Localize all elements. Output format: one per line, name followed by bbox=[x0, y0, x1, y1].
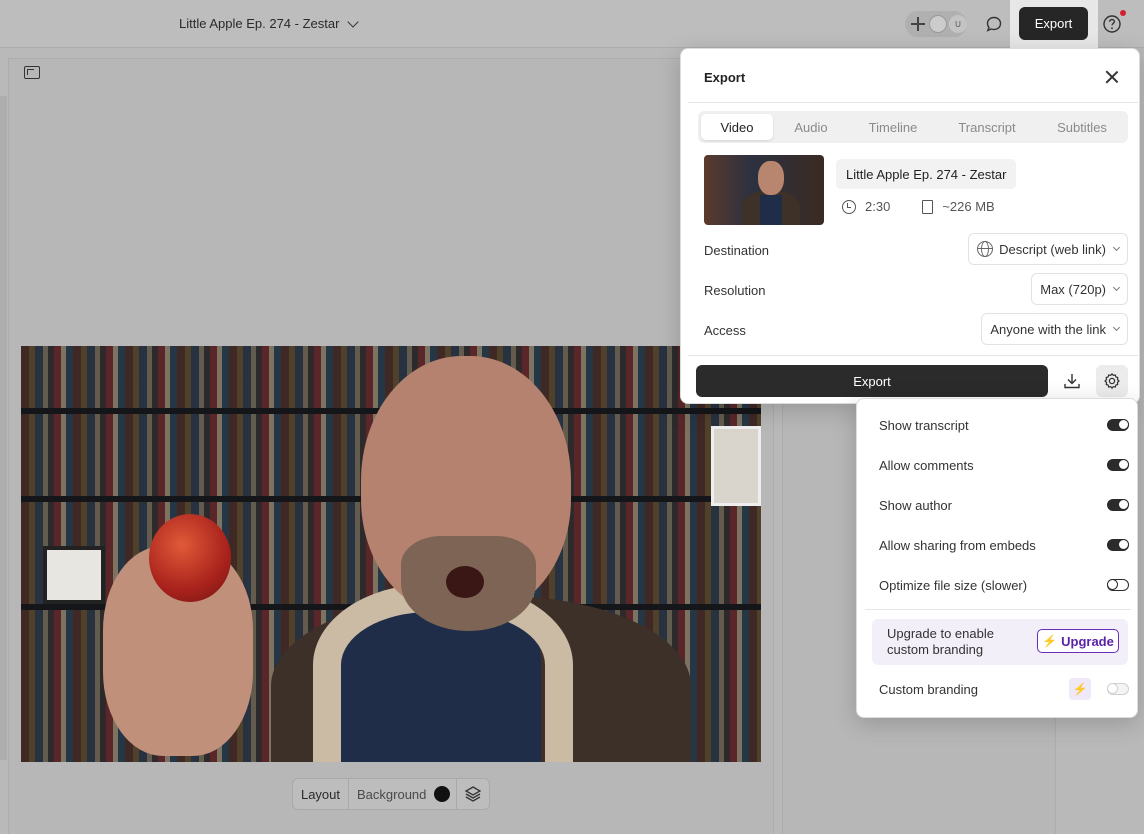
chevron-down-icon bbox=[1112, 323, 1121, 332]
divider bbox=[688, 355, 1138, 356]
lightning-icon: ⚡ bbox=[1069, 678, 1091, 700]
toggle-label: Show author bbox=[879, 497, 952, 513]
export-panel: Export Video Audio Timeline Transcript S… bbox=[680, 48, 1140, 404]
chevron-down-icon bbox=[1112, 283, 1121, 292]
download-icon[interactable] bbox=[1062, 371, 1082, 391]
aspect-ratio-icon[interactable] bbox=[24, 66, 40, 79]
allow-comments-toggle[interactable] bbox=[1107, 459, 1129, 471]
top-bar: Little Apple Ep. 274 - Zestar U Export bbox=[0, 0, 1144, 48]
access-select[interactable]: Anyone with the link bbox=[981, 313, 1128, 345]
toggle-row-allow-comments[interactable]: Allow comments bbox=[879, 453, 1129, 477]
thumbnail-shirt bbox=[760, 195, 782, 225]
access-value: Anyone with the link bbox=[990, 321, 1106, 337]
comment-icon[interactable] bbox=[985, 15, 1003, 33]
notification-dot bbox=[1120, 10, 1126, 16]
toggle-row-allow-sharing-embeds[interactable]: Allow sharing from embeds bbox=[879, 533, 1129, 557]
optimize-file-size-toggle[interactable] bbox=[1107, 579, 1129, 591]
export-tabs: Video Audio Timeline Transcript Subtitle… bbox=[698, 111, 1128, 143]
toggle-row-optimize-file-size[interactable]: Optimize file size (slower) bbox=[879, 573, 1129, 597]
export-panel-title: Export bbox=[704, 70, 746, 85]
gear-icon bbox=[1104, 373, 1120, 389]
upgrade-banner: Upgrade to enable custom branding ⚡ Upgr… bbox=[872, 619, 1128, 665]
project-title: Little Apple Ep. 274 - Zestar bbox=[179, 16, 340, 31]
project-title-dropdown[interactable]: Little Apple Ep. 274 - Zestar bbox=[179, 15, 360, 31]
resolution-value: Max (720p) bbox=[1040, 281, 1106, 297]
show-transcript-toggle[interactable] bbox=[1107, 419, 1129, 431]
toggle-label: Show transcript bbox=[879, 417, 969, 433]
show-author-toggle[interactable] bbox=[1107, 499, 1129, 511]
export-tab-highlight: Export bbox=[1010, 0, 1098, 48]
background-color-swatch bbox=[434, 786, 451, 802]
tab-transcript[interactable]: Transcript bbox=[937, 114, 1037, 140]
toggle-row-custom-branding: Custom branding ⚡ bbox=[879, 677, 1129, 701]
toggle-label: Custom branding bbox=[879, 681, 978, 697]
help-icon[interactable] bbox=[1102, 14, 1122, 34]
video-thumbnail bbox=[704, 155, 824, 225]
chevron-down-icon bbox=[1112, 243, 1121, 252]
tab-audio[interactable]: Audio bbox=[773, 114, 849, 140]
globe-icon bbox=[977, 241, 994, 257]
export-settings-menu: Show transcript Allow comments Show auth… bbox=[856, 398, 1138, 718]
avatar-initial: U bbox=[949, 15, 967, 33]
add-collaborator-icon[interactable] bbox=[909, 15, 927, 33]
mouth bbox=[446, 566, 484, 598]
avatar bbox=[929, 15, 947, 33]
lightning-icon: ⚡ bbox=[1042, 634, 1058, 648]
toggle-label: Allow sharing from embeds bbox=[879, 537, 1036, 553]
upgrade-text: Upgrade to enable custom branding bbox=[887, 626, 994, 658]
destination-label: Destination bbox=[704, 243, 770, 258]
background-label: Background bbox=[357, 786, 427, 802]
toggle-row-show-author[interactable]: Show author bbox=[879, 493, 1129, 517]
allow-sharing-embeds-toggle[interactable] bbox=[1107, 539, 1129, 551]
resolution-label: Resolution bbox=[704, 283, 766, 298]
left-scroll-strip bbox=[0, 96, 7, 760]
destination-value: Descript (web link) bbox=[999, 241, 1106, 257]
tab-timeline[interactable]: Timeline bbox=[849, 114, 937, 140]
photo-frame bbox=[711, 426, 761, 506]
toggle-label: Allow comments bbox=[879, 457, 974, 473]
photo-frame bbox=[43, 546, 105, 604]
chevron-down-icon bbox=[347, 15, 360, 28]
file-icon bbox=[922, 199, 934, 214]
layers-button[interactable] bbox=[457, 779, 489, 809]
export-button-top[interactable]: Export bbox=[1019, 7, 1088, 40]
collaborators[interactable]: U bbox=[905, 11, 967, 37]
upgrade-button[interactable]: ⚡ Upgrade bbox=[1037, 629, 1119, 653]
close-icon[interactable] bbox=[1105, 70, 1119, 84]
layout-toolbar: Layout Background bbox=[292, 778, 490, 810]
export-panel-header: Export bbox=[688, 53, 1138, 103]
thumbnail-head bbox=[758, 161, 784, 195]
export-name-field[interactable]: Little Apple Ep. 274 - Zestar bbox=[836, 159, 1017, 189]
duration: 2:30 bbox=[865, 199, 891, 214]
destination-select[interactable]: Descript (web link) bbox=[968, 233, 1128, 265]
tab-video[interactable]: Video bbox=[701, 114, 773, 140]
export-meta: 2:30 ~226 MB bbox=[842, 199, 995, 214]
file-size: ~226 MB bbox=[942, 199, 995, 214]
tab-subtitles[interactable]: Subtitles bbox=[1037, 114, 1127, 140]
apple bbox=[149, 514, 231, 602]
upgrade-text-line: Upgrade to enable bbox=[887, 626, 994, 641]
toggle-row-show-transcript[interactable]: Show transcript bbox=[879, 413, 1129, 437]
upgrade-text-line: custom branding bbox=[887, 642, 984, 657]
divider bbox=[865, 609, 1131, 610]
access-label: Access bbox=[704, 323, 746, 338]
layers-icon bbox=[464, 786, 482, 802]
export-button[interactable]: Export bbox=[696, 365, 1048, 397]
custom-branding-toggle bbox=[1107, 683, 1129, 695]
upgrade-button-label: Upgrade bbox=[1061, 633, 1114, 649]
layout-button[interactable]: Layout bbox=[293, 779, 349, 809]
toggle-label: Optimize file size (slower) bbox=[879, 577, 1028, 593]
clock-icon bbox=[842, 199, 856, 214]
resolution-select[interactable]: Max (720p) bbox=[1031, 273, 1128, 305]
settings-button[interactable] bbox=[1096, 365, 1128, 397]
background-button[interactable]: Background bbox=[349, 779, 457, 809]
video-preview[interactable] bbox=[21, 346, 761, 762]
